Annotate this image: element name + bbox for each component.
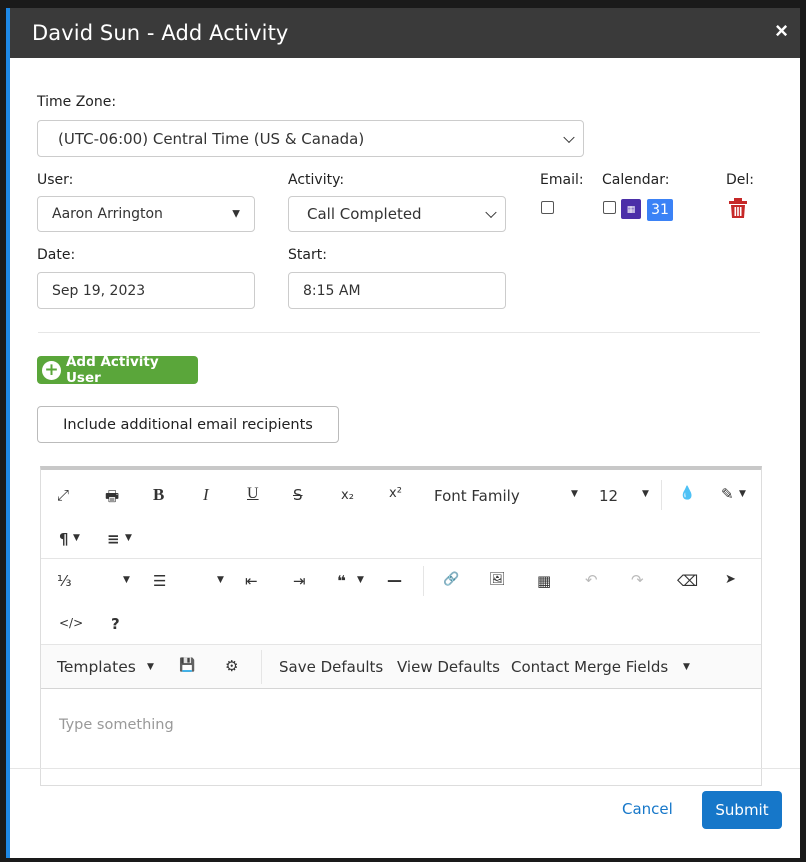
subscript-icon[interactable]: x₂: [341, 488, 354, 503]
font-size-dropdown[interactable]: 12: [599, 487, 618, 505]
save-defaults-button[interactable]: Save Defaults: [279, 658, 383, 676]
templates-dropdown[interactable]: Templates: [57, 658, 136, 676]
activity-value: Call Completed: [307, 205, 422, 223]
eraser-icon[interactable]: ⌫: [677, 572, 698, 590]
outlook-calendar-icon[interactable]: ▦: [621, 199, 641, 219]
toolbar-separator: [261, 650, 262, 684]
table-icon[interactable]: ▦: [537, 572, 551, 590]
caret-down-icon: ▼: [73, 533, 80, 543]
plus-circle-icon: +: [42, 360, 61, 380]
quote-icon[interactable]: ❝: [337, 572, 346, 590]
view-defaults-button[interactable]: View Defaults: [397, 658, 500, 676]
underline-icon[interactable]: U: [247, 485, 259, 503]
caret-down-icon: ▼: [123, 575, 130, 585]
timezone-select[interactable]: (UTC-06:00) Central Time (US & Canada): [37, 120, 584, 157]
caret-down-icon: ▼: [125, 533, 132, 543]
indent-icon[interactable]: ⇥: [293, 572, 306, 590]
redo-icon[interactable]: ↷: [631, 571, 644, 589]
rich-text-editor: ⤢ 🖶 B I U S x₂ x² Font Family ▼ 12 ▼ 💧 ✎…: [40, 466, 762, 786]
submit-button[interactable]: Submit: [702, 791, 782, 829]
activity-label: Activity:: [288, 172, 345, 188]
caret-down-icon: ▼: [217, 575, 224, 585]
toolbar-bottom-border: [41, 688, 761, 689]
contact-merge-fields-dropdown[interactable]: Contact Merge Fields: [511, 658, 668, 676]
section-divider: [38, 332, 760, 333]
start-time-input[interactable]: 8:15 AM: [288, 272, 506, 309]
code-view-icon[interactable]: </>: [59, 616, 83, 630]
italic-icon[interactable]: I: [203, 485, 209, 505]
caret-down-icon: ▼: [357, 575, 364, 585]
gear-icon[interactable]: ⚙: [225, 657, 238, 675]
save-icon[interactable]: 💾: [179, 658, 195, 673]
paragraph-icon[interactable]: ¶: [59, 530, 69, 548]
align-icon[interactable]: ≡: [107, 530, 120, 548]
add-activity-modal: David Sun - Add Activity × Time Zone: (U…: [6, 8, 800, 858]
activity-select[interactable]: Call Completed: [288, 196, 506, 232]
toolbar-separator: [423, 566, 424, 596]
caret-down-icon: ▼: [739, 489, 746, 499]
caret-down-icon: ▼: [232, 208, 240, 220]
modal-title: David Sun - Add Activity: [32, 21, 289, 45]
image-icon[interactable]: 🖼: [489, 572, 506, 587]
start-value: 8:15 AM: [303, 282, 361, 299]
modal-header: David Sun - Add Activity ×: [10, 8, 800, 58]
magic-wand-icon[interactable]: ✎: [721, 485, 734, 503]
horizontal-rule-icon[interactable]: —: [387, 571, 402, 589]
del-label: Del:: [726, 172, 754, 188]
email-label: Email:: [540, 172, 584, 188]
include-recipients-label: Include additional email recipients: [63, 416, 313, 433]
add-activity-user-button[interactable]: + Add Activity User: [37, 354, 198, 386]
strikethrough-icon[interactable]: S: [293, 486, 303, 504]
add-activity-user-label: Add Activity User: [65, 354, 159, 386]
ordered-list-icon[interactable]: ⅓: [57, 572, 72, 590]
caret-down-icon: ▼: [642, 489, 649, 499]
user-select[interactable]: Aaron Arrington ▼: [37, 196, 255, 232]
cancel-button[interactable]: Cancel: [622, 800, 673, 818]
caret-down-icon: ▼: [147, 662, 154, 672]
superscript-icon[interactable]: x²: [389, 486, 402, 501]
timezone-label: Time Zone:: [37, 94, 117, 110]
editor-placeholder[interactable]: Type something: [59, 717, 174, 733]
unordered-list-icon[interactable]: ☰: [153, 572, 166, 590]
toolbar-separator: [661, 480, 662, 510]
close-icon[interactable]: ×: [775, 19, 788, 43]
link-icon[interactable]: 🔗: [443, 572, 459, 587]
fullscreen-icon[interactable]: ⤢: [57, 486, 69, 504]
start-label: Start:: [288, 247, 327, 263]
google-calendar-icon[interactable]: 31: [647, 199, 673, 221]
calendar-checkbox[interactable]: [603, 201, 616, 214]
pointer-icon[interactable]: ➤: [725, 572, 736, 587]
date-input[interactable]: Sep 19, 2023: [37, 272, 255, 309]
trash-icon[interactable]: [729, 198, 747, 218]
calendar-label: Calendar:: [602, 172, 670, 188]
caret-down-icon: ▼: [683, 662, 690, 672]
footer-separator: [10, 768, 800, 769]
help-icon[interactable]: ?: [111, 615, 120, 633]
date-value: Sep 19, 2023: [52, 282, 146, 299]
caret-down-icon: ▼: [571, 489, 578, 499]
chevron-down-icon: [563, 131, 575, 143]
email-checkbox[interactable]: [541, 201, 554, 214]
print-icon[interactable]: 🖶: [105, 486, 119, 511]
font-family-dropdown[interactable]: Font Family: [434, 487, 520, 505]
bold-icon[interactable]: B: [153, 485, 164, 505]
text-color-icon[interactable]: 💧: [679, 486, 695, 501]
chevron-down-icon: [485, 206, 497, 219]
user-label: User:: [37, 172, 74, 188]
timezone-value: (UTC-06:00) Central Time (US & Canada): [58, 129, 365, 148]
include-recipients-button[interactable]: Include additional email recipients: [37, 406, 339, 443]
toolbar-row-separator: [41, 558, 761, 559]
undo-icon[interactable]: ↶: [585, 571, 598, 589]
date-label: Date:: [37, 247, 76, 263]
user-value: Aaron Arrington: [52, 206, 163, 222]
outdent-icon[interactable]: ⇤: [245, 572, 258, 590]
